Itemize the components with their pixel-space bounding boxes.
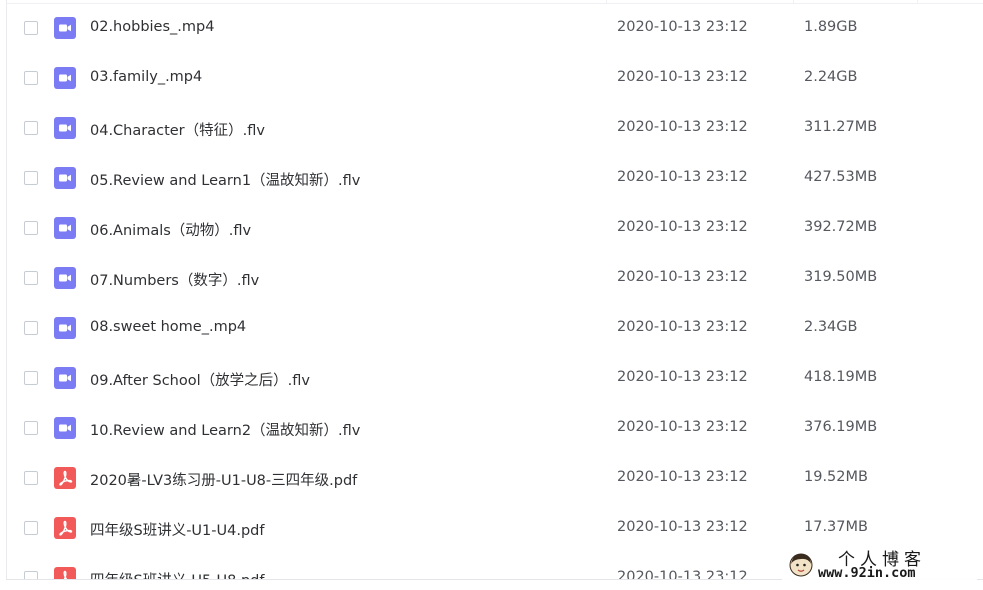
file-row[interactable]: 四年级S班讲义-U1-U4.pdf 2020-10-13 23:12 17.37MB — [7, 504, 983, 554]
file-modified-date: 2020-10-13 23:12 — [617, 69, 748, 85]
row-checkbox[interactable] — [24, 521, 38, 535]
file-name[interactable]: 09.After School（放学之后）.flv — [90, 369, 310, 390]
row-checkbox[interactable] — [24, 321, 38, 335]
file-name[interactable]: 04.Character（特征）.flv — [90, 119, 265, 140]
file-modified-date: 2020-10-13 23:12 — [617, 319, 748, 335]
file-modified-date: 2020-10-13 23:12 — [617, 19, 748, 35]
file-size: 19.52MB — [804, 469, 868, 485]
file-row[interactable]: 06.Animals（动物）.flv 2020-10-13 23:12 392.72… — [7, 204, 983, 254]
video-file-icon — [54, 317, 76, 339]
file-row[interactable]: 10.Review and Learn2（温故知新）.flv 2020-10-13… — [7, 404, 983, 454]
file-row[interactable]: 2020暑-LV3练习册-U1-U8-三四年级.pdf 2020-10-13 23… — [7, 454, 983, 504]
file-size: 376.19MB — [804, 419, 878, 435]
file-name[interactable]: 07.Numbers（数字）.flv — [90, 269, 259, 290]
watermark: 个人博客 www.92in.com — [782, 548, 977, 584]
file-modified-date: 2020-10-13 23:12 — [617, 269, 748, 285]
row-checkbox[interactable] — [24, 171, 38, 185]
file-row[interactable]: 02.hobbies_.mp4 2020-10-13 23:12 1.89GB — [7, 4, 983, 54]
video-file-icon — [54, 267, 76, 289]
file-size: 418.19MB — [804, 369, 878, 385]
file-modified-date: 2020-10-13 23:12 — [617, 519, 748, 535]
row-checkbox[interactable] — [24, 21, 38, 35]
file-name[interactable]: 05.Review and Learn1（温故知新）.flv — [90, 169, 360, 190]
row-checkbox[interactable] — [24, 271, 38, 285]
file-modified-date: 2020-10-13 23:12 — [617, 469, 748, 485]
file-modified-date: 2020-10-13 23:12 — [617, 419, 748, 435]
file-modified-date: 2020-10-13 23:12 — [617, 369, 748, 385]
file-size: 392.72MB — [804, 219, 878, 235]
file-row[interactable]: 04.Character（特征）.flv 2020-10-13 23:12 311.… — [7, 104, 983, 154]
row-checkbox[interactable] — [24, 71, 38, 85]
file-name[interactable]: 四年级S班讲义-U1-U4.pdf — [90, 519, 264, 540]
file-row[interactable]: 08.sweet home_.mp4 2020-10-13 23:12 2.34GB — [7, 304, 983, 354]
video-file-icon — [54, 217, 76, 239]
file-size: 17.37MB — [804, 519, 868, 535]
file-browser-panel: 02.hobbies_.mp4 2020-10-13 23:12 1.89GB 03.… — [0, 0, 983, 590]
pdf-file-icon — [54, 467, 76, 489]
file-size: 2.34GB — [804, 319, 858, 335]
file-row[interactable]: 03.family_.mp4 2020-10-13 23:12 2.24GB — [7, 54, 983, 104]
video-file-icon — [54, 67, 76, 89]
avatar-logo-icon — [789, 553, 813, 577]
file-name[interactable]: 02.hobbies_.mp4 — [90, 19, 214, 35]
file-modified-date: 2020-10-13 23:12 — [617, 169, 748, 185]
file-name[interactable]: 03.family_.mp4 — [90, 69, 202, 85]
file-size: 311.27MB — [804, 119, 878, 135]
video-file-icon — [54, 417, 76, 439]
file-row[interactable]: 07.Numbers（数字）.flv 2020-10-13 23:12 319.50… — [7, 254, 983, 304]
file-list: 02.hobbies_.mp4 2020-10-13 23:12 1.89GB 03.… — [7, 4, 983, 590]
file-modified-date: 2020-10-13 23:12 — [617, 119, 748, 135]
video-file-icon — [54, 367, 76, 389]
video-file-icon — [54, 167, 76, 189]
row-checkbox[interactable] — [24, 221, 38, 235]
row-checkbox[interactable] — [24, 471, 38, 485]
file-size: 427.53MB — [804, 169, 878, 185]
file-size: 1.89GB — [804, 19, 858, 35]
row-checkbox[interactable] — [24, 421, 38, 435]
watermark-url: www.92in.com — [818, 565, 916, 581]
file-row[interactable]: 09.After School（放学之后）.flv 2020-10-13 23:1… — [7, 354, 983, 404]
file-name[interactable]: 10.Review and Learn2（温故知新）.flv — [90, 419, 360, 440]
file-modified-date: 2020-10-13 23:12 — [617, 219, 748, 235]
row-checkbox[interactable] — [24, 121, 38, 135]
file-row[interactable]: 05.Review and Learn1（温故知新）.flv 2020-10-13… — [7, 154, 983, 204]
file-size: 2.24GB — [804, 69, 858, 85]
file-size: 319.50MB — [804, 269, 878, 285]
video-file-icon — [54, 17, 76, 39]
pdf-file-icon — [54, 517, 76, 539]
file-name[interactable]: 2020暑-LV3练习册-U1-U8-三四年级.pdf — [90, 469, 357, 490]
file-name[interactable]: 06.Animals（动物）.flv — [90, 219, 251, 240]
file-name[interactable]: 08.sweet home_.mp4 — [90, 319, 246, 335]
video-file-icon — [54, 117, 76, 139]
row-checkbox[interactable] — [24, 371, 38, 385]
